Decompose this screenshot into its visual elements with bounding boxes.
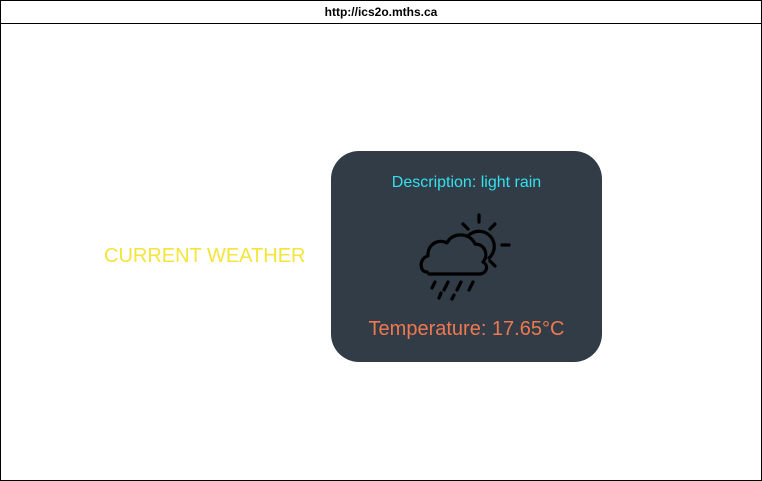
page-title: CURRENT WEATHER	[104, 245, 306, 267]
browser-window: http://ics2o.mths.ca CURRENT WEATHER Des…	[0, 0, 762, 481]
address-bar[interactable]: http://ics2o.mths.ca	[1, 1, 761, 24]
weather-temperature: Temperature: 17.65°C	[368, 318, 565, 340]
weather-card: Description: light rain Temperature: 17.…	[331, 151, 602, 362]
cloud-sun-rain-icon	[419, 213, 511, 301]
weather-description: Description: light rain	[391, 174, 542, 191]
url-text: http://ics2o.mths.ca	[324, 5, 438, 19]
